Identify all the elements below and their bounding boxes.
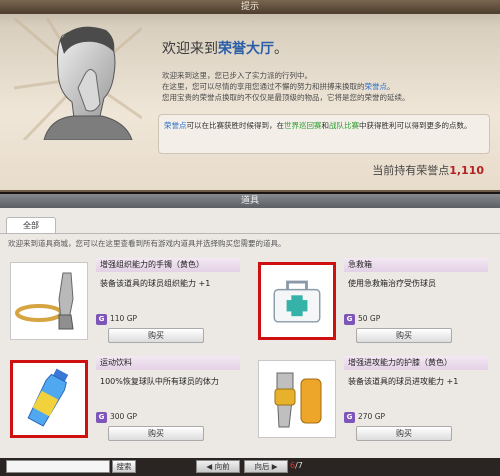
- page-indicator: 6/7: [290, 461, 303, 470]
- points-value: 1,110: [449, 164, 484, 177]
- item-name: 运动饮料: [96, 356, 240, 370]
- first-aid-kit-icon: [273, 280, 321, 323]
- knee-pad-icon: [274, 372, 322, 428]
- item-price: G 110 GP: [96, 314, 137, 325]
- item-price: G 300 GP: [96, 412, 137, 423]
- tab-all[interactable]: 全部: [6, 217, 56, 233]
- buy-button[interactable]: 购买: [356, 426, 452, 441]
- item-card: 增强进攻能力的护膝（黄色） 装备该道具的球员进攻能力 +1 G 270 GP 购买: [252, 354, 494, 452]
- bottom-bar: 搜索 ◀ 向前 向后 ▶ 6/7: [0, 458, 500, 476]
- sports-drink-icon: [27, 368, 69, 427]
- player-portrait-image: [14, 18, 142, 140]
- item-name: 增强组织能力的手镯（黄色）: [96, 258, 240, 272]
- shop-panel: 道具 全部 欢迎来到道具商城，您可以在这里查看到所有游戏内道具并选择购买您需要的…: [0, 194, 500, 476]
- item-thumbnail[interactable]: [258, 360, 336, 438]
- gp-currency-icon: G: [96, 412, 107, 423]
- welcome-heading: 欢迎来到荣誉大厅。: [162, 41, 288, 57]
- page-total: /7: [295, 461, 303, 470]
- notice-panel: 提示 欢迎来到荣誉大厅。 欢迎来到这里，您已步入了实力派的行列中。 在这里，您可…: [0, 0, 500, 192]
- buy-button[interactable]: 购买: [108, 328, 204, 343]
- notice-title: 提示: [0, 0, 500, 14]
- honor-points-info: 荣誉点可以在比赛获胜时候得到，在世界巡回赛和战队比赛中获得胜利可以得到更多的点数…: [158, 114, 490, 154]
- honor-hall-title: 荣誉大厅: [218, 41, 274, 57]
- item-description: 装备该道具的球员进攻能力 +1: [348, 377, 459, 386]
- shop-description: 欢迎来到道具商城，您可以在这里查看到所有游戏内道具并选择购买您需要的道具。: [8, 239, 286, 248]
- item-description: 100%恢复球队中所有球员的体力: [100, 377, 219, 386]
- gp-currency-icon: G: [96, 314, 107, 325]
- item-thumbnail[interactable]: [258, 262, 336, 340]
- prev-page-button[interactable]: ◀ 向前: [196, 460, 240, 473]
- gp-currency-icon: G: [344, 314, 355, 325]
- gp-currency-icon: G: [344, 412, 355, 423]
- item-thumbnail[interactable]: [10, 360, 88, 438]
- bracelet-icon: [15, 272, 74, 330]
- item-price: G 50 GP: [344, 314, 380, 325]
- points-label: 当前持有荣誉点: [372, 164, 450, 177]
- buy-button[interactable]: 购买: [108, 426, 204, 441]
- tab-divider: [0, 233, 500, 234]
- search-button[interactable]: 搜索: [112, 460, 136, 473]
- next-page-button[interactable]: 向后 ▶: [244, 460, 288, 473]
- item-description: 使用急救箱治疗受伤球员: [348, 279, 436, 288]
- item-thumbnail[interactable]: [10, 262, 88, 340]
- intro-text: 欢迎来到这里，您已步入了实力派的行列中。 在这里，您可以尽情的享用您通过不懈的努…: [162, 71, 410, 102]
- shop-title: 道具: [0, 194, 500, 208]
- item-name: 急救箱: [344, 258, 488, 272]
- buy-button[interactable]: 购买: [356, 328, 452, 343]
- item-description: 装备该道具的球员组织能力 +1: [100, 279, 211, 288]
- item-card: 急救箱 使用急救箱治疗受伤球员 G 50 GP 购买: [252, 256, 494, 354]
- item-card: 运动饮料 100%恢复球队中所有球员的体力 G 300 GP 购买: [4, 354, 246, 452]
- item-price: G 270 GP: [344, 412, 385, 423]
- honor-points-display: 当前持有荣誉点1,110: [372, 162, 484, 178]
- search-input[interactable]: [6, 460, 110, 473]
- item-card: 增强组织能力的手镯（黄色） 装备该道具的球员组织能力 +1 G 110 GP 购买: [4, 256, 246, 354]
- item-name: 增强进攻能力的护膝（黄色）: [344, 356, 488, 370]
